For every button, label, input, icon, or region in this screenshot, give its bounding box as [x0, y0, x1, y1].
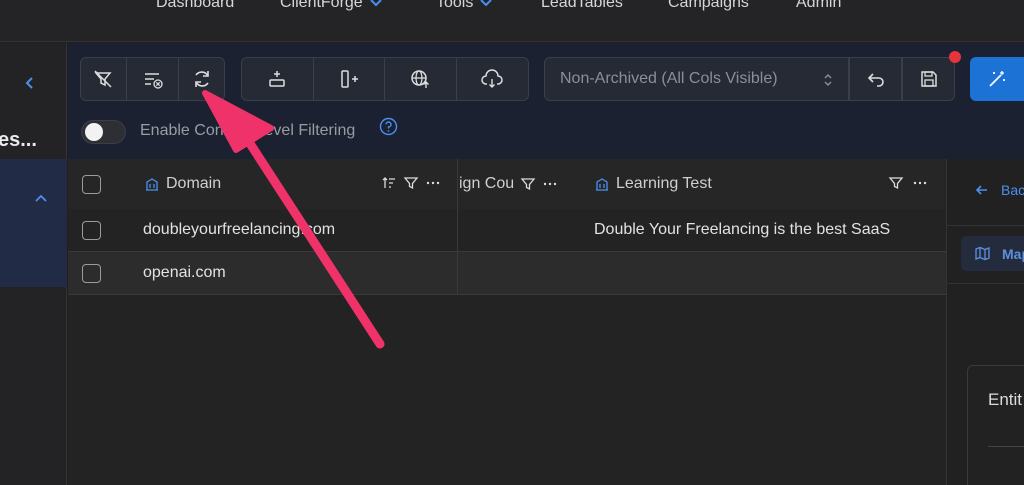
cloud-download-button[interactable] — [457, 58, 529, 100]
clear-filter-button[interactable] — [81, 58, 127, 100]
sidebar: es... — [0, 43, 67, 485]
nav-tools[interactable]: Tools — [436, 0, 493, 12]
domain-cell[interactable]: doubleyourfreelancing.com — [143, 221, 335, 239]
map-icon — [975, 246, 990, 261]
nav-leadtables[interactable]: LeadTables — [541, 0, 623, 12]
divider — [947, 225, 1024, 226]
filter-button-group — [80, 57, 225, 101]
sidebar-title: es... — [0, 129, 37, 151]
data-table: Domain ign Cou Learning Test doubleyourf… — [68, 159, 946, 485]
back-link[interactable]: Bac — [975, 182, 1024, 198]
nav-dashboard[interactable]: Dashboard — [156, 0, 234, 12]
column-header-campaign[interactable]: ign Cou — [459, 175, 558, 193]
nav-label: LeadTables — [541, 0, 623, 11]
building-icon — [146, 178, 158, 191]
sort-clear-icon — [144, 73, 163, 89]
content-filter-toggle[interactable] — [81, 120, 126, 144]
divider — [988, 446, 1024, 447]
filter-icon[interactable] — [403, 175, 419, 191]
map-label: Map — [1002, 245, 1024, 262]
help-icon[interactable] — [379, 117, 398, 136]
divider — [947, 283, 1024, 284]
chevron-left-icon[interactable] — [22, 75, 38, 91]
add-column-icon — [341, 70, 358, 88]
right-panel: Bac Map Entit — [946, 159, 1024, 485]
nav-clientforge[interactable]: ClientForge — [280, 0, 383, 12]
refresh-icon — [194, 71, 209, 87]
clear-sort-button[interactable] — [127, 58, 180, 100]
table-header: Domain ign Cou Learning Test — [68, 159, 946, 210]
column-label: Learning Test — [616, 175, 712, 192]
magic-wand-button[interactable] — [970, 57, 1024, 101]
column-header-domain[interactable]: Domain — [144, 175, 221, 193]
table-row[interactable]: openai.com — [68, 252, 946, 295]
column-label: Domain — [166, 175, 222, 192]
view-select-value: Non-Archived (All Cols Visible) — [560, 70, 778, 87]
refresh-button[interactable] — [179, 58, 224, 100]
nav-label: Tools — [436, 0, 474, 11]
toggle-label: Enable Content-Level Filtering — [140, 122, 356, 139]
back-label: Bac — [1001, 182, 1024, 198]
select-all-checkbox[interactable] — [82, 175, 101, 194]
select-arrows-icon — [824, 74, 832, 86]
row-checkbox[interactable] — [82, 221, 101, 240]
sort-icon[interactable] — [381, 175, 397, 191]
nav-campaigns[interactable]: Campaigns — [668, 0, 749, 12]
magic-wand-icon — [989, 71, 1005, 87]
nav-admin[interactable]: Admin — [796, 0, 841, 12]
learning-test-cell[interactable]: Double Your Freelancing is the best SaaS — [594, 221, 890, 239]
toggle-knob — [85, 123, 103, 141]
domain-cell[interactable]: openai.com — [143, 264, 226, 282]
add-row-button[interactable] — [242, 58, 314, 100]
column-label: ign Cou — [459, 175, 515, 192]
column-divider[interactable] — [457, 159, 458, 295]
nav-label: Dashboard — [156, 0, 235, 11]
entity-card: Entit — [967, 365, 1024, 485]
add-row-icon — [269, 71, 285, 87]
more-icon[interactable] — [542, 176, 558, 192]
nav-label: Campaigns — [668, 0, 749, 11]
nav-label: Admin — [796, 0, 842, 11]
filter-icon[interactable] — [888, 175, 904, 191]
globe-icon — [411, 70, 430, 88]
web-enrich-button[interactable] — [385, 58, 457, 100]
filter-off-icon — [94, 70, 112, 88]
save-icon — [920, 71, 937, 87]
sidebar-active-section[interactable] — [0, 159, 67, 287]
chevron-up-icon[interactable] — [34, 191, 48, 205]
view-select[interactable]: Non-Archived (All Cols Visible) — [544, 57, 849, 101]
filter-icon[interactable] — [520, 176, 536, 192]
chevron-down-icon — [480, 0, 493, 7]
more-icon[interactable] — [912, 175, 928, 191]
column-header-learning-test[interactable]: Learning Test — [594, 175, 712, 193]
table-row[interactable]: doubleyourfreelancing.com Double Your Fr… — [68, 209, 946, 252]
chevron-down-icon — [369, 0, 382, 7]
arrow-left-icon — [975, 185, 987, 195]
cloud-download-icon — [481, 69, 503, 88]
notification-dot — [949, 51, 961, 63]
undo-button[interactable] — [849, 57, 902, 101]
row-checkbox[interactable] — [82, 264, 101, 283]
map-button[interactable]: Map — [961, 236, 1024, 271]
nav-label: ClientForge — [280, 0, 363, 11]
building-icon — [596, 178, 608, 191]
toolbar: Non-Archived (All Cols Visible) Enable C… — [68, 43, 1024, 159]
more-icon[interactable] — [425, 175, 441, 191]
undo-icon — [867, 73, 884, 87]
learning-test-column-actions — [888, 175, 928, 191]
save-view-button[interactable] — [902, 57, 955, 101]
entity-label: Entit — [988, 390, 1023, 409]
add-column-button[interactable] — [314, 58, 385, 100]
top-nav: Dashboard ClientForge Tools LeadTables C… — [0, 0, 1024, 42]
action-button-group — [241, 57, 529, 101]
domain-column-actions — [381, 175, 441, 191]
